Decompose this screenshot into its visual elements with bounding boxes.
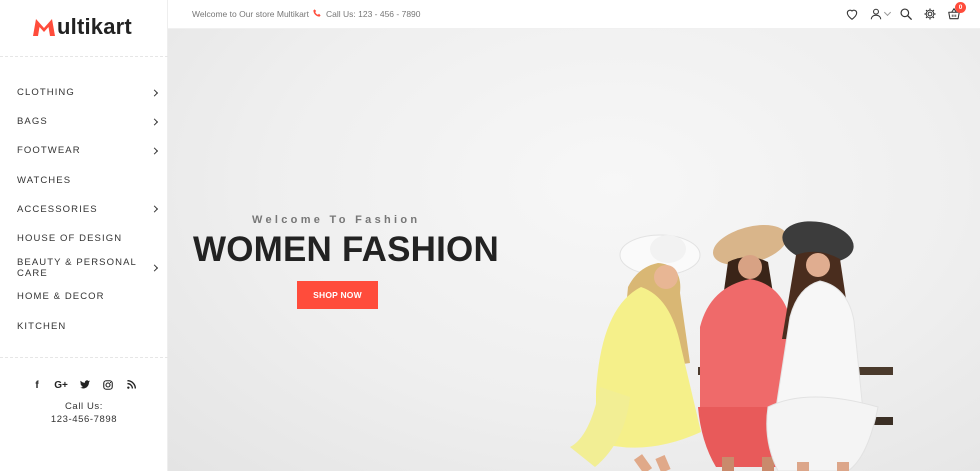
- hero-subtitle: Welcome To Fashion: [252, 214, 421, 226]
- hero-title: WOMEN FASHION: [193, 230, 499, 269]
- sidebar-item-home-decor[interactable]: HOME & DECOR: [0, 282, 168, 311]
- phone-info: Call Us: 123 - 456 - 7890: [313, 9, 421, 19]
- sidebar-item-label: WATCHES: [17, 174, 72, 186]
- multikart-logo-mark: [33, 19, 55, 36]
- instagram-icon[interactable]: [102, 380, 114, 394]
- sidebar-item-clothing[interactable]: CLOTHING: [0, 78, 168, 107]
- facebook-icon[interactable]: f: [31, 380, 43, 394]
- shop-now-button[interactable]: SHOP NOW: [297, 281, 378, 309]
- hero-image-women: [570, 221, 893, 471]
- chevron-right-icon: [150, 89, 159, 97]
- sidebar-item-beauty-personal-care[interactable]: BEAUTY & PERSONAL CARE: [0, 253, 168, 282]
- sidebar-item-bags[interactable]: BAGS: [0, 107, 168, 136]
- sidebar-item-footwear[interactable]: FOOTWEAR: [0, 136, 168, 165]
- account-button[interactable]: [864, 5, 894, 23]
- logo-text: ultikart: [57, 14, 132, 39]
- settings-icon: [924, 8, 936, 20]
- sidebar-item-label: BAGS: [17, 116, 48, 128]
- cart-count-badge: 0: [955, 2, 966, 13]
- rss-icon[interactable]: [125, 380, 137, 394]
- sidebar-item-label: HOME & DECOR: [17, 291, 105, 303]
- sidebar-item-label: BEAUTY & PERSONAL CARE: [17, 256, 137, 279]
- phone-icon: [313, 9, 321, 19]
- sidebar-item-watches[interactable]: WATCHES: [0, 166, 168, 195]
- sidebar-item-label: FOOTWEAR: [17, 145, 81, 157]
- welcome-text: Welcome to Our store Multikart: [192, 9, 309, 19]
- google-plus-icon[interactable]: G+: [54, 380, 68, 394]
- sidebar-item-label: CLOTHING: [17, 87, 75, 99]
- wishlist-button[interactable]: [840, 5, 864, 23]
- chevron-right-icon: [150, 118, 159, 126]
- hero-banner: Welcome To Fashion WOMEN FASHION SHOP NO…: [168, 29, 980, 471]
- chevron-right-icon: [150, 147, 159, 155]
- call-info: Call Us: 123-456-7898: [0, 400, 168, 426]
- social-links: f G+: [0, 380, 168, 394]
- user-icon: [870, 8, 881, 20]
- sidebar-item-accessories[interactable]: ACCESSORIES: [0, 195, 168, 224]
- heart-icon: [846, 9, 858, 20]
- logo[interactable]: ultikart: [32, 14, 132, 40]
- sidebar-item-house-of-design[interactable]: HOUSE OF DESIGN: [0, 224, 168, 253]
- cart-button[interactable]: 0: [942, 2, 966, 23]
- sidebar-item-label: ACCESSORIES: [17, 203, 98, 215]
- call-label: Call Us:: [64, 401, 104, 412]
- divider: [0, 357, 168, 358]
- phone-text: Call Us: 123 - 456 - 7890: [326, 9, 421, 19]
- topbar: Welcome to Our store Multikart Call Us: …: [168, 0, 980, 29]
- page: ultikart CLOTHING BAGS FOOTWEAR WATCHES …: [0, 0, 980, 471]
- chevron-down-icon: [883, 8, 891, 17]
- settings-button[interactable]: [918, 5, 942, 23]
- header-icons: 0: [840, 2, 966, 23]
- sidebar-item-label: KITCHEN: [17, 320, 67, 332]
- search-icon: [900, 8, 912, 20]
- sidebar-item-kitchen[interactable]: KITCHEN: [0, 312, 168, 341]
- call-number[interactable]: 123-456-7898: [0, 413, 168, 426]
- chevron-right-icon: [150, 205, 159, 213]
- category-menu: CLOTHING BAGS FOOTWEAR WATCHES ACCESSORI…: [0, 78, 168, 341]
- twitter-icon[interactable]: [79, 380, 91, 394]
- sidebar-item-label: HOUSE OF DESIGN: [17, 233, 123, 245]
- search-button[interactable]: [894, 5, 918, 23]
- divider: [0, 56, 168, 57]
- sidebar: ultikart CLOTHING BAGS FOOTWEAR WATCHES …: [0, 0, 168, 471]
